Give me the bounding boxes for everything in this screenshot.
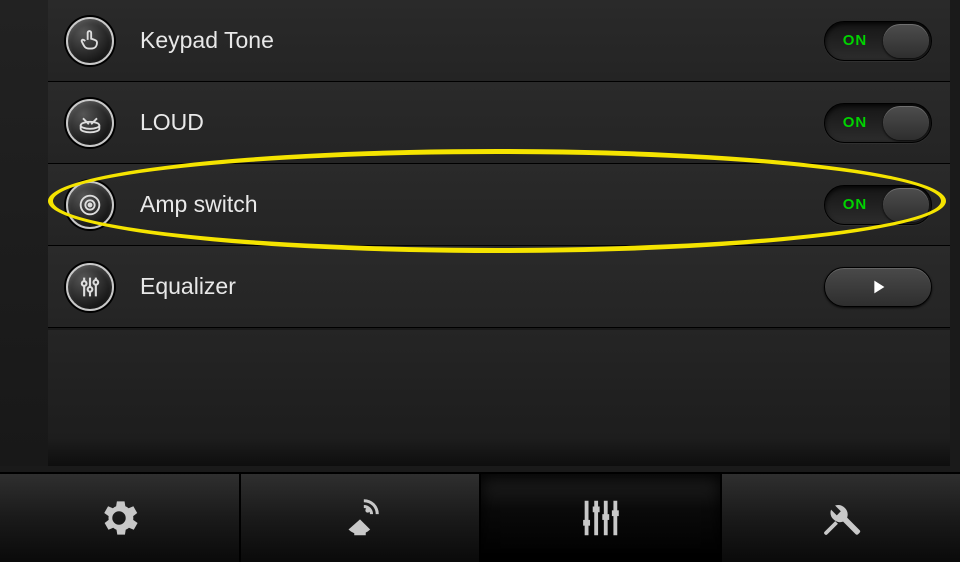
settings-screen: M:1245MB CPU:18% T: 34° 416MHz Keypad To…	[0, 0, 960, 562]
speaker-icon	[66, 181, 114, 229]
toggle-on-text: ON	[827, 114, 883, 131]
row-equalizer[interactable]: Equalizer	[48, 246, 950, 328]
label-loud: LOUD	[140, 109, 824, 136]
tab-navigation[interactable]	[241, 472, 482, 562]
label-amp-switch: Amp switch	[140, 191, 824, 218]
toggle-on-text: ON	[827, 32, 883, 49]
equalizer-icon	[577, 495, 623, 541]
bottom-nav	[0, 472, 960, 562]
toggle-knob	[883, 106, 929, 140]
toggle-knob	[883, 188, 929, 222]
label-keypad-tone: Keypad Tone	[140, 27, 824, 54]
toggle-keypad-tone[interactable]: ON	[824, 21, 932, 61]
play-icon	[867, 276, 889, 298]
label-equalizer: Equalizer	[140, 273, 824, 300]
toggle-amp-switch[interactable]: ON	[824, 185, 932, 225]
row-loud[interactable]: LOUD ON	[48, 82, 950, 164]
toggle-on-text: ON	[827, 196, 883, 213]
satellite-dish-icon	[337, 495, 383, 541]
tab-tools[interactable]	[722, 472, 960, 562]
row-keypad-tone[interactable]: Keypad Tone ON	[48, 0, 950, 82]
toggle-knob	[883, 24, 929, 58]
equalizer-enter-button[interactable]	[824, 267, 932, 307]
tools-icon	[818, 495, 864, 541]
list-empty-area	[48, 330, 950, 466]
toggle-loud[interactable]: ON	[824, 103, 932, 143]
tab-audio[interactable]	[481, 472, 722, 562]
touch-icon	[66, 17, 114, 65]
tab-general[interactable]	[0, 472, 241, 562]
gear-icon	[96, 495, 142, 541]
drum-icon	[66, 99, 114, 147]
row-amp-switch[interactable]: Amp switch ON	[48, 164, 950, 246]
left-margin	[0, 0, 48, 466]
sliders-icon	[66, 263, 114, 311]
